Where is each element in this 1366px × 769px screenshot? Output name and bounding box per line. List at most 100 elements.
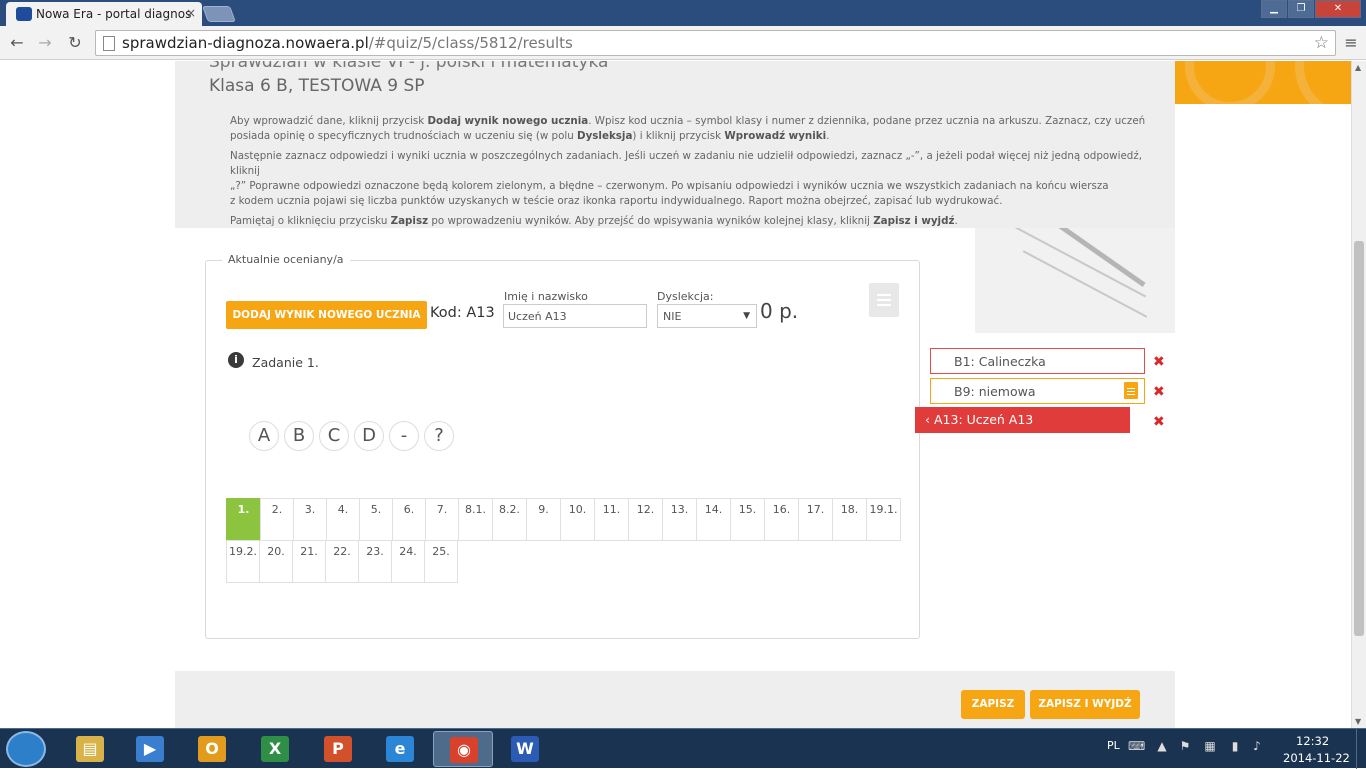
new-tab-button[interactable] (202, 6, 236, 22)
browser-menu-icon[interactable]: ≡ (1342, 33, 1360, 52)
language-indicator[interactable]: PL (1107, 739, 1120, 752)
report-document-icon[interactable] (1124, 382, 1138, 399)
student-item-a13[interactable]: ‹ A13: Uczeń A13 (915, 407, 1130, 433)
save-button[interactable]: ZAPISZ (961, 690, 1025, 719)
action-center-flag-icon[interactable]: ⚑ (1178, 739, 1192, 753)
task-cell[interactable]: 9. (526, 498, 561, 541)
show-hidden-icons-icon[interactable]: ▲ (1155, 739, 1169, 753)
taskbar-app[interactable]: O (182, 731, 242, 767)
clock-date[interactable]: 2014-11-22 (1283, 751, 1350, 765)
student-item-b1[interactable]: B1: Calineczka (930, 348, 1145, 374)
task-cell[interactable]: 13. (662, 498, 697, 541)
scroll-up-icon[interactable]: ▲ (1355, 63, 1361, 72)
delete-student-a13-icon[interactable]: ✖ (1153, 414, 1165, 430)
task-cell[interactable]: 18. (832, 498, 867, 541)
task-cell[interactable]: 25. (424, 540, 458, 583)
dyslexia-value: NIE (663, 310, 682, 323)
battery-icon[interactable]: ▮ (1228, 739, 1242, 753)
task-cell[interactable]: 8.1. (458, 498, 493, 541)
answer-option[interactable]: B (284, 421, 314, 451)
system-tray: PL ⌨ ▲ ⚑ ▦ ▮ ♪ 12:32 2014-11-22 (1100, 729, 1366, 769)
dyslexia-select[interactable]: NIE ▼ (657, 304, 757, 328)
chevron-down-icon: ▼ (743, 311, 750, 321)
name-input[interactable] (503, 304, 647, 328)
reload-icon[interactable]: ↻ (64, 32, 86, 54)
current-student-panel: Aktualnie oceniany/a DODAJ WYNIK NOWEGO … (205, 253, 920, 639)
taskbar-app[interactable]: P (308, 731, 368, 767)
task-cell[interactable]: 2. (260, 498, 294, 541)
student-label: B1: Calineczka (954, 354, 1046, 369)
info-icon[interactable]: i (228, 352, 244, 368)
task-cell[interactable]: 15. (730, 498, 765, 541)
answer-option[interactable]: D (354, 421, 384, 451)
student-item-b9[interactable]: B9: niemowa (930, 378, 1145, 404)
delete-student-b9-icon[interactable]: ✖ (1153, 384, 1165, 400)
task-cell[interactable]: 11. (594, 498, 629, 541)
task-cell[interactable]: 6. (392, 498, 426, 541)
url-path: /#quiz/5/class/5812/results (368, 34, 573, 52)
bookmark-star-icon[interactable]: ☆ (1314, 33, 1329, 53)
window-maximize-button[interactable]: ❐ (1288, 0, 1314, 18)
task-cell[interactable]: 14. (696, 498, 731, 541)
address-bar[interactable]: sprawdzian-diagnoza.nowaera.pl/#quiz/5/c… (95, 30, 1336, 56)
network-icon[interactable]: ▦ (1203, 739, 1217, 753)
answer-option[interactable]: - (389, 421, 419, 451)
task-cell[interactable]: 8.2. (492, 498, 527, 541)
taskbar-app[interactable]: W (495, 731, 555, 767)
excel-icon: X (261, 736, 289, 762)
taskbar-app[interactable]: ▤ (60, 731, 120, 767)
volume-icon[interactable]: ♪ (1250, 739, 1264, 753)
scroll-down-icon[interactable]: ▼ (1355, 717, 1361, 726)
task-cell[interactable]: 10. (560, 498, 595, 541)
task-cell[interactable]: 12. (628, 498, 663, 541)
task-cell[interactable]: 17. (798, 498, 833, 541)
instructions-paragraph-3: Pamiętaj o kliknięciu przycisku Zapisz p… (230, 215, 958, 227)
scrollbar-thumb[interactable] (1354, 241, 1364, 636)
task-cell[interactable]: 23. (358, 540, 392, 583)
taskbar-app[interactable]: X (245, 731, 305, 767)
window-minimize-button[interactable]: ▁ (1261, 0, 1287, 18)
delete-student-b1-icon[interactable]: ✖ (1153, 354, 1165, 370)
answer-option[interactable]: ? (424, 421, 454, 451)
add-new-student-button[interactable]: DODAJ WYNIK NOWEGO UCZNIA (226, 301, 427, 329)
footer-band (175, 671, 1175, 728)
task-title: Zadanie 1. (252, 355, 319, 370)
answer-option[interactable]: A (249, 421, 279, 451)
name-label: Imię i nazwisko (504, 290, 588, 303)
task-cell[interactable]: 5. (359, 498, 393, 541)
forward-arrow-icon[interactable]: → (34, 32, 56, 54)
page-scrollbar[interactable]: ▲ ▼ (1351, 61, 1366, 728)
task-cell[interactable]: 22. (325, 540, 359, 583)
taskbar-app[interactable]: e (370, 731, 430, 767)
task-cell[interactable]: 1. (226, 498, 261, 541)
class-title: Klasa 6 B, TESTOWA 9 SP (209, 76, 425, 96)
tab-close-icon[interactable]: × (186, 6, 196, 20)
keyboard-icon[interactable]: ⌨ (1128, 739, 1145, 753)
task-cell[interactable]: 19.1. (866, 498, 901, 541)
task-cell[interactable]: 19.2. (226, 540, 260, 583)
task-cell[interactable]: 3. (293, 498, 327, 541)
outlook-icon: O (198, 736, 226, 762)
task-cell[interactable]: 21. (292, 540, 326, 583)
task-cell[interactable]: 16. (764, 498, 799, 541)
windows-start-icon[interactable] (6, 731, 46, 767)
browser-tab[interactable]: Nowa Era - portal diagnos × (6, 2, 202, 26)
report-document-icon (869, 283, 899, 317)
taskbar-app[interactable]: ◉ (433, 731, 493, 767)
url-domain: sprawdzian-diagnoza.nowaera.pl (122, 34, 369, 52)
task-cell[interactable]: 4. (326, 498, 360, 541)
clock-time[interactable]: 12:32 (1296, 734, 1329, 748)
taskbar-app[interactable]: ▶ (120, 731, 180, 767)
task-cell[interactable]: 7. (425, 498, 459, 541)
save-and-exit-button[interactable]: ZAPISZ I WYJDŹ (1030, 690, 1140, 719)
window-close-button[interactable]: ✕ (1315, 0, 1361, 18)
powerpoint-icon: P (324, 736, 352, 762)
show-desktop-button[interactable] (1356, 729, 1366, 769)
browser-tabstrip: Nowa Era - portal diagnos × ▁ ❐ ✕ (0, 0, 1366, 26)
nowa-era-favicon-icon (16, 7, 32, 21)
task-cell[interactable]: 24. (391, 540, 425, 583)
task-cell[interactable]: 20. (259, 540, 293, 583)
back-arrow-icon[interactable]: ← (6, 32, 28, 54)
page-viewport: Sprawdzian w klasie VI - j. polski i mat… (0, 61, 1351, 728)
answer-option[interactable]: C (319, 421, 349, 451)
